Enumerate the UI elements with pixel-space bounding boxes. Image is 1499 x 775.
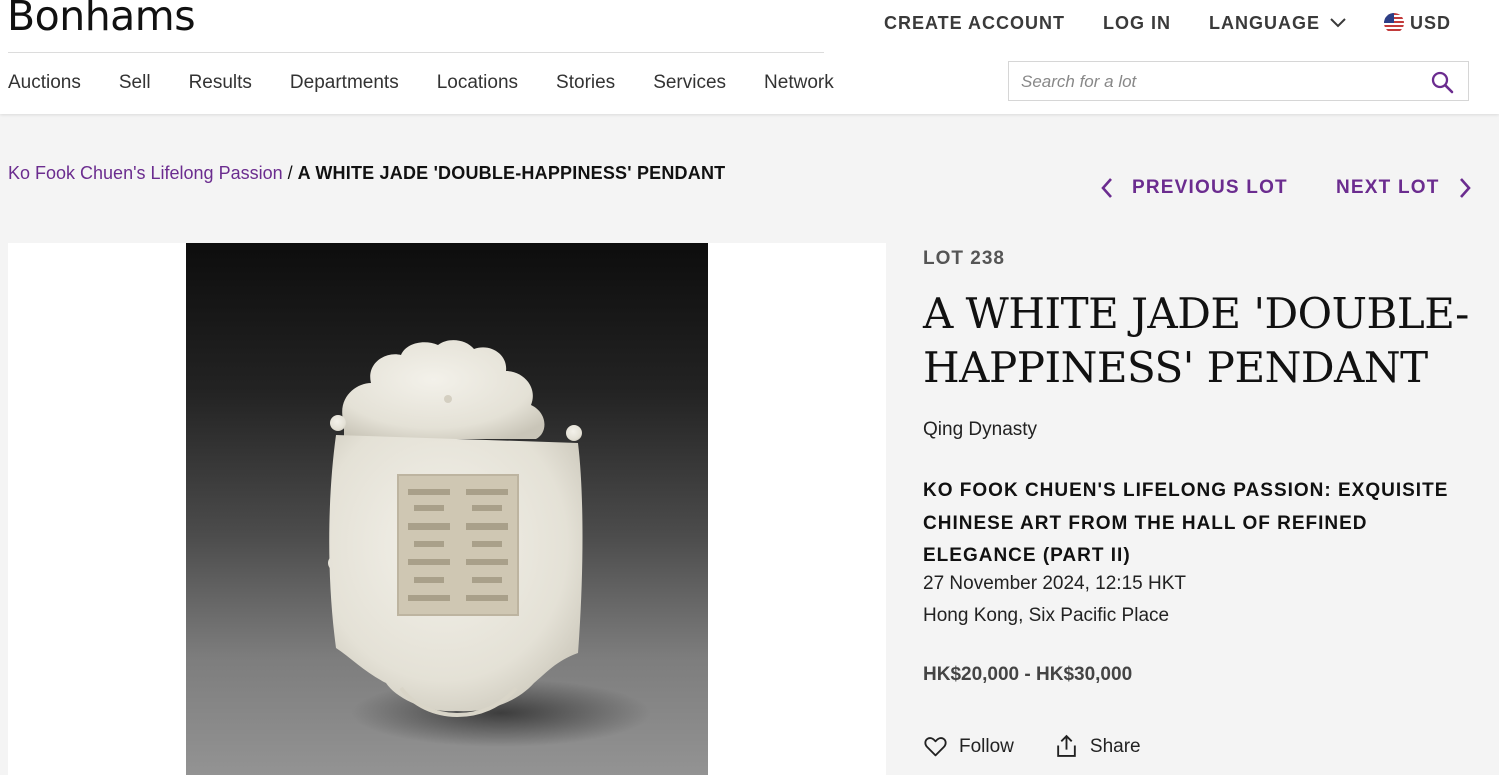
header-divider <box>8 52 824 53</box>
breadcrumb: Ko Fook Chuen's Lifelong Passion / A WHI… <box>8 163 725 184</box>
main-nav: Auctions Sell Results Departments Locati… <box>8 72 872 94</box>
lot-number: LOT 238 <box>923 248 1005 269</box>
share-button[interactable]: Share <box>1054 734 1141 759</box>
lot-image-panel <box>8 243 886 775</box>
chevron-left-icon <box>1101 178 1112 198</box>
language-dropdown[interactable]: LANGUAGE <box>1209 13 1346 34</box>
next-lot-label: NEXT LOT <box>1336 177 1440 198</box>
lot-actions: Follow Share <box>923 734 1181 759</box>
lot-photo[interactable] <box>186 243 708 775</box>
heart-icon <box>924 737 947 757</box>
share-icon <box>1057 734 1076 757</box>
nav-item-network[interactable]: Network <box>764 72 834 94</box>
previous-lot-label: PREVIOUS LOT <box>1132 177 1288 198</box>
nav-item-sell[interactable]: Sell <box>119 72 151 94</box>
chevron-down-icon <box>1330 18 1346 28</box>
sale-location: Hong Kong, Six Pacific Place <box>923 605 1170 626</box>
search-input[interactable] <box>1019 62 1423 102</box>
currency-selector[interactable]: USD <box>1383 12 1451 34</box>
nav-item-results[interactable]: Results <box>189 72 252 94</box>
sale-title-link[interactable]: KO FOOK CHUEN'S LIFELONG PASSION: EXQUIS… <box>923 475 1483 573</box>
nav-item-stories[interactable]: Stories <box>556 72 615 94</box>
currency-label: USD <box>1409 12 1451 33</box>
us-flag-icon <box>1383 13 1404 33</box>
breadcrumb-separator: / <box>282 163 298 183</box>
account-links: CREATE ACCOUNT LOG IN LANGUAGE USD <box>884 10 1451 36</box>
jade-pendant-image <box>328 340 651 747</box>
chevron-right-icon <box>1459 178 1471 198</box>
lot-title: A WHITE JADE 'DOUBLE-HAPPINESS' PENDANT <box>923 289 1469 392</box>
share-label: Share <box>1089 735 1141 757</box>
breadcrumb-current: A WHITE JADE 'DOUBLE-HAPPINESS' PENDANT <box>297 163 726 183</box>
search-icon[interactable] <box>1430 70 1454 94</box>
nav-item-locations[interactable]: Locations <box>437 72 518 94</box>
next-lot-link[interactable]: NEXT LOT <box>1336 176 1473 200</box>
previous-lot-link[interactable]: PREVIOUS LOT <box>1099 176 1288 200</box>
search-box <box>1008 61 1469 102</box>
language-label: LANGUAGE <box>1208 12 1320 33</box>
nav-item-departments[interactable]: Departments <box>290 72 399 94</box>
bonhams-logo[interactable]: Bonhams <box>7 0 196 42</box>
nav-item-auctions[interactable]: Auctions <box>8 72 81 94</box>
breadcrumb-parent-link[interactable]: Ko Fook Chuen's Lifelong Passion <box>8 163 283 183</box>
create-account-link[interactable]: CREATE ACCOUNT <box>884 13 1065 34</box>
nav-item-services[interactable]: Services <box>653 72 726 94</box>
lot-subtitle: Qing Dynasty <box>923 419 1038 440</box>
site-header: Bonhams CREATE ACCOUNT LOG IN LANGUAGE U… <box>0 0 1499 114</box>
follow-button[interactable]: Follow <box>923 734 1014 759</box>
lot-estimate: HK$20,000 - HK$30,000 <box>923 664 1133 685</box>
sale-date: 27 November 2024, 12:15 HKT <box>923 573 1186 594</box>
log-in-link[interactable]: LOG IN <box>1103 13 1171 34</box>
follow-label: Follow <box>959 735 1014 757</box>
